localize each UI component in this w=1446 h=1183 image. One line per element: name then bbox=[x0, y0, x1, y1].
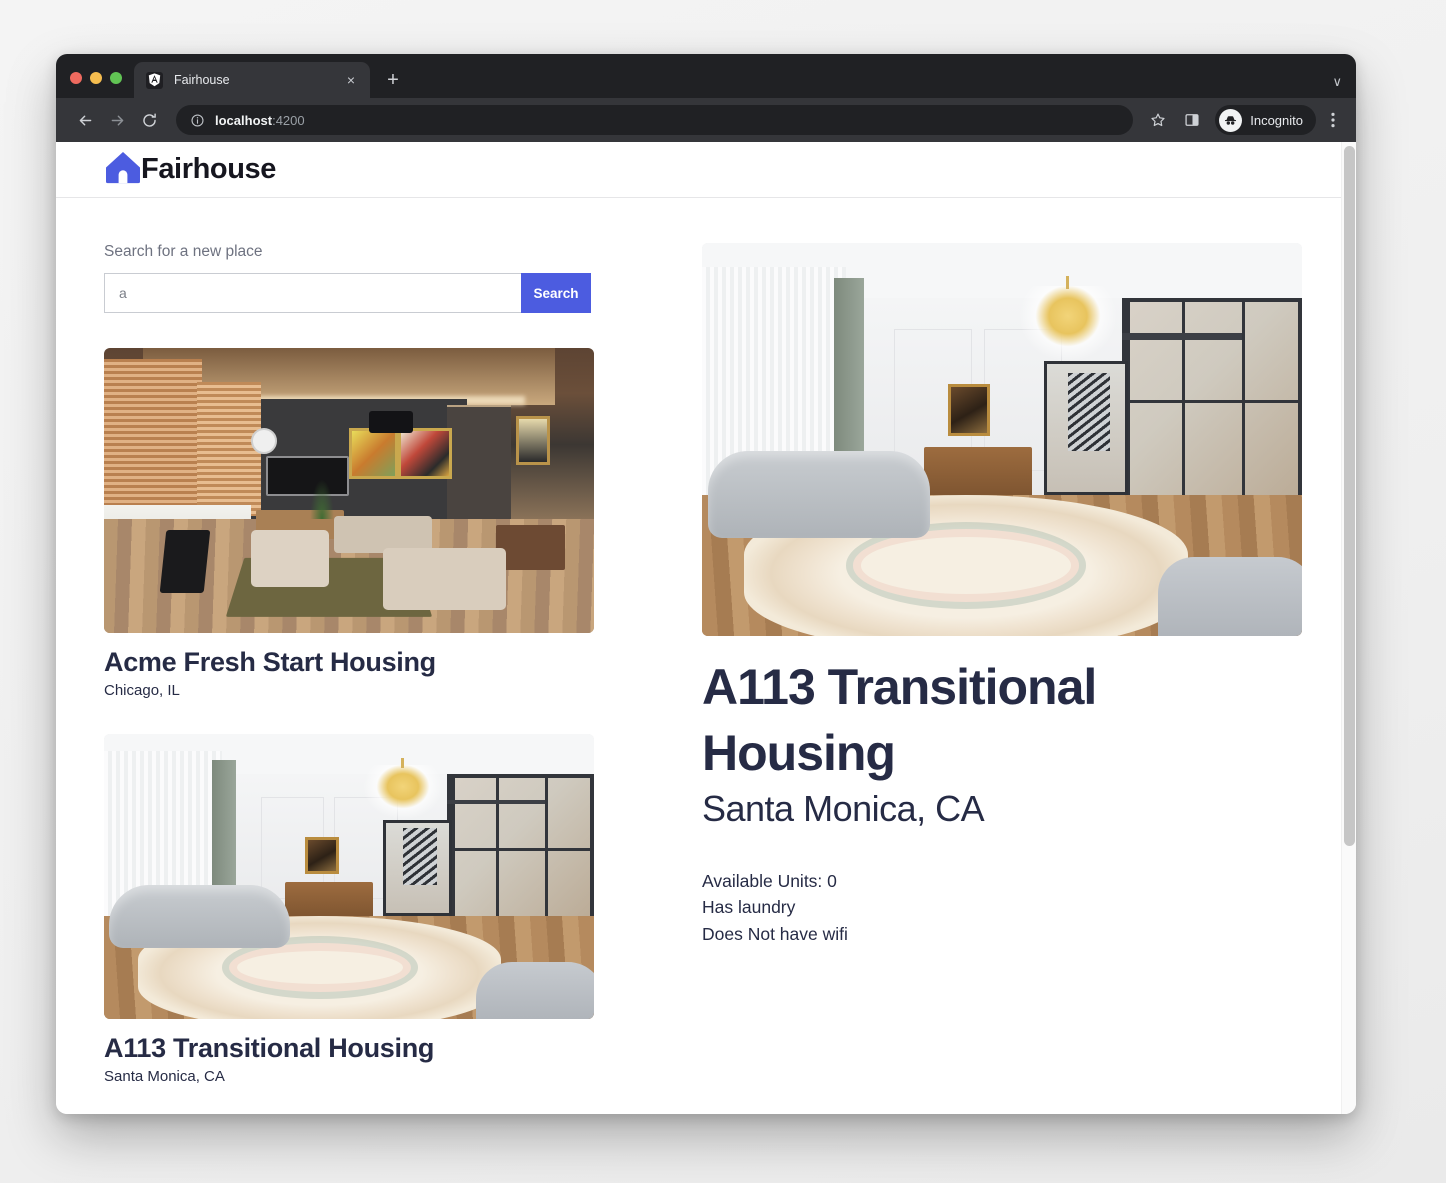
address-bar[interactable]: localhost:4200 bbox=[176, 105, 1134, 135]
search-label: Search for a new place bbox=[104, 243, 263, 260]
kebab-menu-icon[interactable] bbox=[1320, 105, 1346, 135]
listing-city: Santa Monica, CA bbox=[104, 1068, 225, 1085]
incognito-hat-icon bbox=[1219, 108, 1243, 132]
search-form: Search bbox=[104, 273, 591, 313]
bright-classic-living-room-photo bbox=[702, 243, 1302, 636]
tab-search-chevron-icon[interactable]: ∨ bbox=[1332, 75, 1342, 88]
window-traffic-lights bbox=[56, 72, 134, 98]
listing-photo[interactable] bbox=[104, 348, 594, 633]
house-icon bbox=[104, 150, 142, 189]
detail-fact-laundry: Has laundry bbox=[702, 897, 796, 918]
incognito-label: Incognito bbox=[1250, 112, 1303, 128]
browser-tab[interactable]: Fairhouse × bbox=[134, 62, 370, 98]
page-content: Fairhouse Search for a new place Search bbox=[56, 142, 1341, 1114]
listing-name: Acme Fresh Start Housing bbox=[104, 647, 436, 677]
page-scrollbar[interactable] bbox=[1341, 142, 1356, 1114]
browser-toolbar: localhost:4200 Incognito bbox=[56, 98, 1356, 142]
app-body: Search for a new place Search bbox=[56, 198, 1341, 1085]
search-button[interactable]: Search bbox=[521, 273, 591, 313]
forward-arrow-icon[interactable] bbox=[102, 105, 132, 135]
listing-city: Chicago, IL bbox=[104, 682, 180, 699]
listing-detail-panel: A113 Transitional Housing Santa Monica, … bbox=[644, 243, 1302, 1085]
maximize-window-button[interactable] bbox=[110, 72, 122, 84]
star-icon[interactable] bbox=[1143, 105, 1173, 135]
app-header: Fairhouse bbox=[56, 142, 1341, 198]
detail-fact-wifi: Does Not have wifi bbox=[702, 923, 848, 944]
close-window-button[interactable] bbox=[70, 72, 82, 84]
scrollbar-thumb[interactable] bbox=[1344, 146, 1355, 846]
dark-modern-living-room-photo bbox=[104, 348, 594, 633]
brand-logo-group[interactable]: Fairhouse bbox=[104, 150, 276, 189]
url-port: :4200 bbox=[272, 112, 305, 128]
toolbar-right-actions: Incognito bbox=[1143, 105, 1346, 135]
detail-city: Santa Monica, CA bbox=[702, 788, 985, 829]
listing-name: A113 Transitional Housing bbox=[104, 1033, 435, 1063]
search-input[interactable] bbox=[104, 273, 521, 313]
browser-window: Fairhouse × + ∨ localhost:4200 Incognito… bbox=[56, 54, 1356, 1114]
desktop-background: Fairhouse × + ∨ localhost:4200 Incognito… bbox=[0, 0, 1446, 1183]
address-bar-url: localhost:4200 bbox=[215, 113, 305, 128]
detail-fact-units: Available Units: 0 bbox=[702, 871, 837, 891]
angular-shield-icon bbox=[146, 71, 163, 89]
listings-column: Search for a new place Search bbox=[104, 243, 644, 1085]
detail-facts: Available Units: 0 Has laundry Does Not … bbox=[702, 868, 1302, 947]
brand-name: Fairhouse bbox=[141, 153, 276, 185]
reload-icon[interactable] bbox=[134, 105, 164, 135]
info-circle-icon bbox=[190, 113, 205, 128]
detail-photo bbox=[702, 243, 1302, 636]
listing-photo[interactable] bbox=[104, 734, 594, 1019]
incognito-profile-chip[interactable]: Incognito bbox=[1215, 105, 1316, 135]
minimize-window-button[interactable] bbox=[90, 72, 102, 84]
back-arrow-icon[interactable] bbox=[70, 105, 100, 135]
listing-card[interactable]: Acme Fresh Start Housing Chicago, IL bbox=[104, 348, 644, 699]
listing-card[interactable]: A113 Transitional Housing Santa Monica, … bbox=[104, 734, 644, 1085]
browser-tab-strip: Fairhouse × + ∨ bbox=[56, 54, 1356, 98]
page-viewport: Fairhouse Search for a new place Search bbox=[56, 142, 1356, 1114]
url-host: localhost bbox=[215, 112, 273, 128]
close-tab-button[interactable]: × bbox=[342, 71, 360, 89]
bright-classic-living-room-photo bbox=[104, 734, 594, 1019]
new-tab-button[interactable]: + bbox=[379, 66, 407, 94]
tab-title: Fairhouse bbox=[174, 73, 230, 87]
detail-name: A113 Transitional Housing bbox=[702, 659, 1097, 781]
side-panel-icon[interactable] bbox=[1177, 105, 1207, 135]
